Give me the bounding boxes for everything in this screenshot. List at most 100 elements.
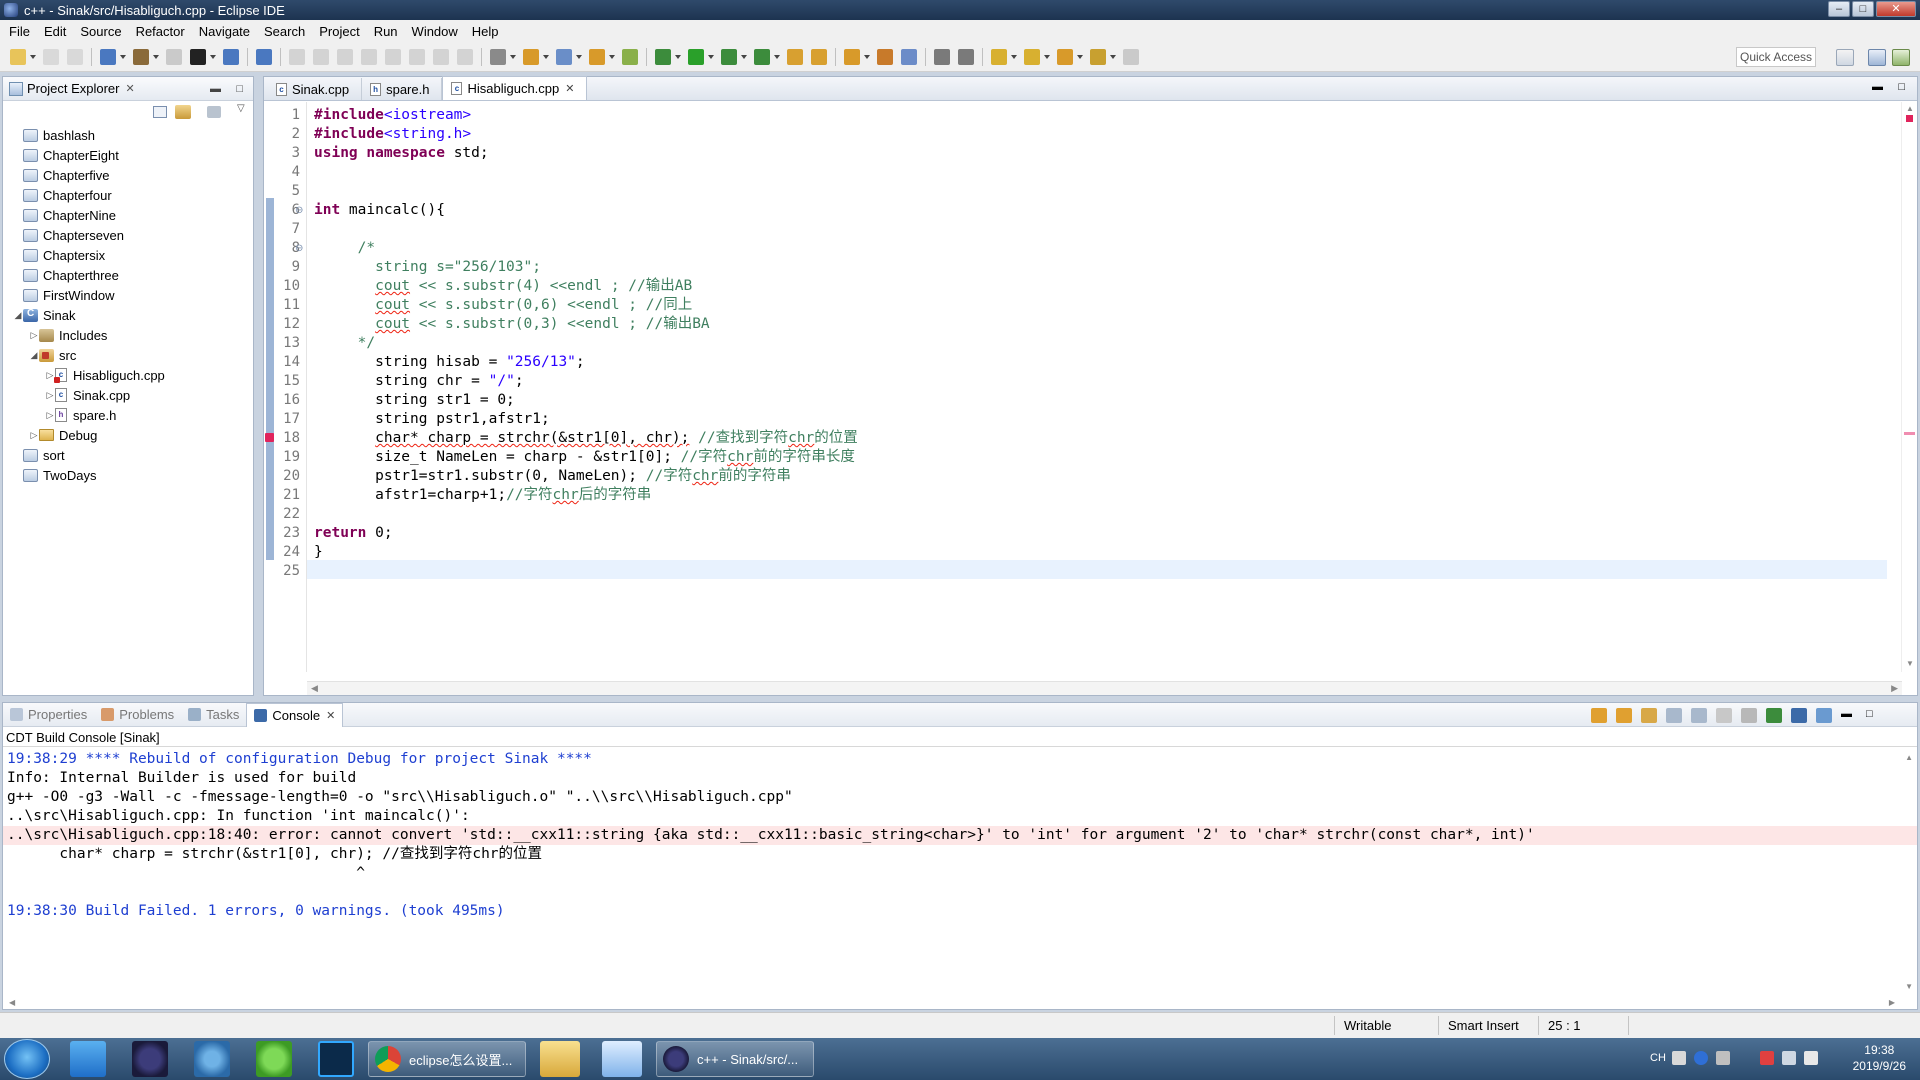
taskbar-folder-icon[interactable] [540,1041,580,1077]
toolbar-step-icon[interactable] [256,48,272,65]
view-menu-icon[interactable]: ▽ [237,103,245,114]
filter-icon[interactable] [207,106,221,118]
toolbar-run-icon[interactable] [688,48,704,65]
clear-console-icon[interactable] [1666,708,1682,723]
toolbar-hammer-icon[interactable] [133,48,149,65]
toolbar-dropdown-icon[interactable] [675,54,681,59]
tab-hisabliguch-cpp[interactable]: c Hisabliguch.cpp ✕ [442,76,588,100]
settings-tray-icon[interactable] [1716,1051,1730,1065]
tree-item-hisabliguch-cpp[interactable]: ▷ c Hisabliguch.cpp [3,365,253,385]
toolbar-dropdown-icon[interactable] [510,54,516,59]
toolbar-dropdown-icon[interactable] [576,54,582,59]
scroll-up-arrow-icon[interactable]: ▲ [1906,104,1914,113]
overview-ruler[interactable]: ▲ ▼ [1901,102,1917,672]
toolbar-dropdown-icon[interactable] [30,54,36,59]
close-icon[interactable]: ✕ [565,82,574,95]
menu-item-navigate[interactable]: Navigate [192,24,257,39]
toolbar-coverage-icon[interactable] [721,48,737,65]
keyboard-tray-icon[interactable] [1672,1051,1686,1065]
tree-item-twodays[interactable]: TwoDays [3,465,253,485]
error-marker[interactable] [1904,432,1915,435]
toolbar-resume-icon[interactable] [289,48,305,65]
code-text-area[interactable]: #include<iostream> #include<string.h> usin… [307,102,1887,672]
tab-problems[interactable]: Problems [94,703,181,727]
toolbar-profile-icon[interactable] [190,48,206,65]
word-wrap-icon[interactable] [1716,708,1732,723]
taskbar-chrome-window[interactable]: eclipse怎么设置... [368,1041,526,1077]
toolbar-dropdown-icon[interactable] [864,54,870,59]
scroll-left-arrow-icon[interactable]: ◀ [311,683,318,694]
toolbar-suspend-icon[interactable] [313,48,329,65]
tree-item-chapterfour[interactable]: Chapterfour [3,185,253,205]
toolbar-dropdown-icon[interactable] [741,54,747,59]
tree-item-sort[interactable]: sort [3,445,253,465]
toolbar-dropdown-icon[interactable] [1044,54,1050,59]
toolbar-disconnect-icon[interactable] [361,48,377,65]
console-scroll-down-icon[interactable]: ▼ [1905,982,1913,991]
tree-item-chapterseven[interactable]: Chapterseven [3,225,253,245]
toolbar-save-icon[interactable] [43,48,59,65]
volume-tray-icon[interactable] [1804,1051,1818,1065]
console-output[interactable]: 19:38:29 **** Rebuild of configuration D… [3,747,1917,921]
toolbar-build-icon[interactable] [100,48,116,65]
link-console-icon[interactable] [1641,708,1657,723]
next-error-icon[interactable] [1591,708,1607,723]
tree-item-chapterfive[interactable]: Chapterfive [3,165,253,185]
toolbar-print-icon[interactable] [166,48,182,65]
toolbar-drop-frame-icon[interactable] [457,48,473,65]
help-tray-icon[interactable] [1694,1051,1708,1065]
toolbar-step-into-icon[interactable] [385,48,401,65]
menu-item-run[interactable]: Run [367,24,405,39]
menu-item-file[interactable]: File [2,24,37,39]
toolbar-step-return-icon[interactable] [433,48,449,65]
toolbar-dropdown-icon[interactable] [708,54,714,59]
menu-item-help[interactable]: Help [465,24,506,39]
collapse-all-icon[interactable] [153,106,167,118]
toolbar-last-edit-icon[interactable] [1057,48,1073,65]
expand-toggle-icon[interactable]: ◢ [13,310,23,321]
taskbar-browser-icon[interactable] [194,1041,230,1077]
toolbar-dropdown-icon[interactable] [774,54,780,59]
toolbar-external-tools-icon[interactable] [754,48,770,65]
toolbar-dropdown-icon[interactable] [1110,54,1116,59]
toolbar-save-all-icon[interactable] [67,48,83,65]
tree-item-sinak[interactable]: ◢ Sinak [3,305,253,325]
tree-item-chaptereight[interactable]: ChapterEight [3,145,253,165]
toolbar-terminal-icon[interactable] [223,48,239,65]
taskbar-eclipse-icon[interactable] [132,1041,168,1077]
maximize-editor-icon[interactable]: □ [1898,81,1905,93]
toolbar-next-annotation-icon[interactable] [991,48,1007,65]
open-console-icon[interactable] [1816,708,1832,723]
scroll-right-arrow-icon[interactable]: ▶ [1891,683,1898,694]
toolbar-step-over-icon[interactable] [409,48,425,65]
tree-item-debug[interactable]: ▷ Debug [3,425,253,445]
close-button[interactable]: ✕ [1876,1,1916,17]
start-button[interactable] [4,1039,50,1079]
toolbar-dropdown-icon[interactable] [120,54,126,59]
maximize-view-icon[interactable]: □ [236,83,243,95]
scroll-down-arrow-icon[interactable]: ▼ [1906,659,1914,668]
expand-toggle-icon[interactable]: ▷ [29,430,39,441]
toolbar-prev-annotation-icon[interactable] [1024,48,1040,65]
link-editor-icon[interactable] [175,105,191,119]
tab-properties[interactable]: Properties [3,703,94,727]
tree-item-src[interactable]: ◢ src [3,345,253,365]
tree-item-chapterthree[interactable]: Chapterthree [3,265,253,285]
scroll-lock-icon[interactable] [1691,708,1707,723]
close-icon[interactable]: ✕ [326,709,335,722]
taskbar-app-2-icon[interactable] [602,1041,642,1077]
tree-item-chapternine[interactable]: ChapterNine [3,205,253,225]
system-clock[interactable]: 19:38 2019/9/26 [1853,1042,1906,1074]
taskbar-wechat-icon[interactable] [256,1041,292,1077]
tree-item-firstwindow[interactable]: FirstWindow [3,285,253,305]
minimize-view-icon[interactable]: ▬ [210,83,221,95]
cpp-perspective-icon[interactable] [1868,49,1886,66]
taskbar-app-1-icon[interactable] [70,1041,106,1077]
tab-spare-h[interactable]: h spare.h [362,78,443,100]
toolbar-open-type-icon[interactable] [490,48,506,65]
debug-perspective-icon[interactable] [1892,49,1910,66]
tree-item-chaptersix[interactable]: Chaptersix [3,245,253,265]
fold-toggle-icon[interactable]: ⊖ [295,205,303,216]
menu-item-search[interactable]: Search [257,24,312,39]
toolbar-dropdown-icon[interactable] [210,54,216,59]
